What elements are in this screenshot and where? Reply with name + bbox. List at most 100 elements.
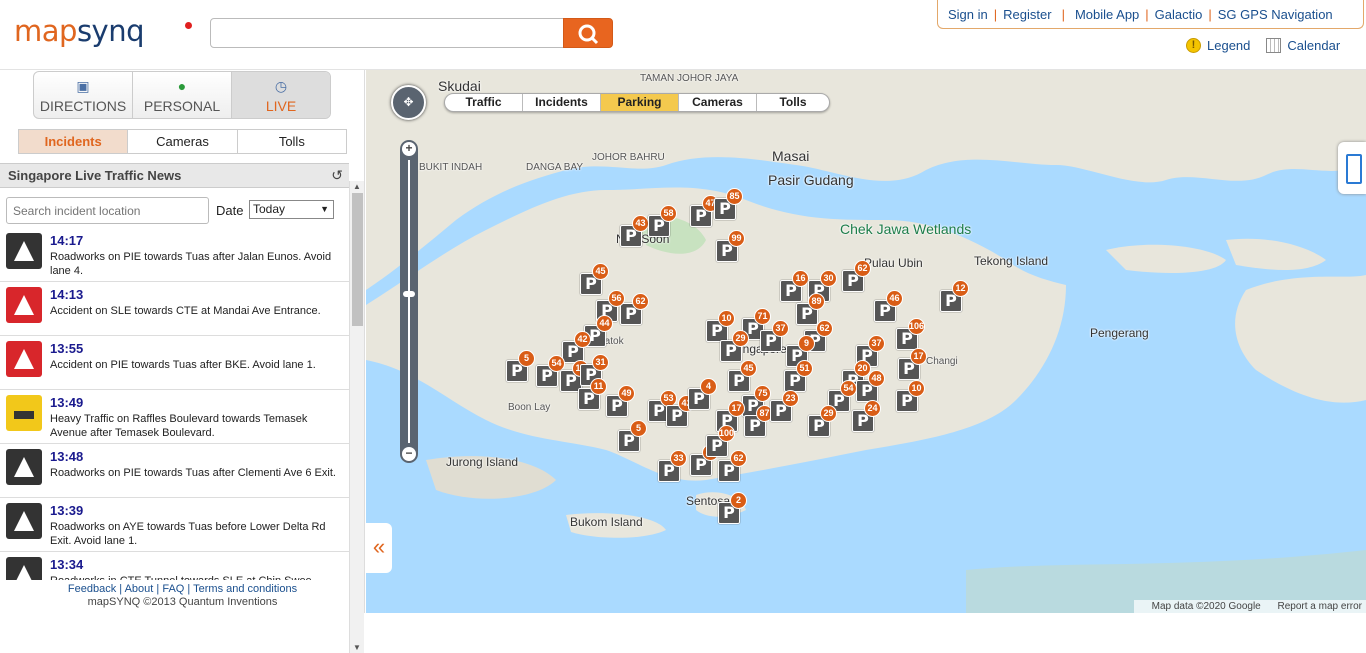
incident-time: 13:34 [50, 557, 84, 572]
parking-count-badge: 43 [632, 215, 649, 232]
layer-parking[interactable]: Parking [601, 94, 679, 111]
about-link[interactable]: About [125, 583, 154, 595]
parking-count-badge: 16 [792, 270, 809, 287]
roadworks-icon [6, 449, 42, 485]
scroll-down-icon[interactable]: ▼ [353, 643, 361, 652]
incident-time: 14:13 [50, 287, 84, 302]
zoom-out-icon[interactable]: − [402, 447, 416, 461]
incident-item[interactable]: 14:17 Roadworks on PIE towards Tuas after… [0, 228, 349, 282]
parking-count-badge: 85 [726, 188, 743, 205]
incident-item[interactable]: 13:39 Roadworks on AYE towards Tuas befor… [0, 498, 349, 552]
tab-personal[interactable]: ● PERSONAL [133, 72, 232, 118]
parking-count-badge: 17 [728, 400, 745, 417]
sign-in-link[interactable]: Sign in [948, 7, 988, 22]
pan-arrows-icon: ✥ [403, 95, 414, 109]
zoom-track[interactable] [408, 160, 410, 443]
map-layer-tabs: Traffic Incidents Parking Cameras Tolls [444, 93, 830, 112]
parking-count-badge: 62 [854, 260, 871, 277]
place-pulau-ubin: Pulau Ubin [864, 256, 923, 270]
parking-count-badge: 51 [796, 360, 813, 377]
footer: Feedback | About | FAQ | Terms and condi… [0, 583, 365, 613]
parking-count-badge: 5 [518, 350, 535, 367]
legend-link[interactable]: Legend [1207, 38, 1250, 53]
place-boon-lay: Boon Lay [508, 402, 551, 413]
galactio-link[interactable]: Galactio [1155, 7, 1203, 22]
mobile-phone-icon[interactable] [1338, 142, 1366, 194]
layer-incidents[interactable]: Incidents [523, 94, 601, 111]
place-jurong-island: Jurong Island [446, 455, 519, 469]
parking-count-badge: 45 [740, 360, 757, 377]
place-pengerang: Pengerang [1090, 326, 1149, 340]
parking-count-badge: 99 [728, 230, 745, 247]
place-masai: Masai [772, 148, 810, 164]
person-icon: ● [177, 78, 187, 94]
incident-time: 13:39 [50, 503, 84, 518]
layer-tolls[interactable]: Tolls [757, 94, 829, 111]
date-select[interactable]: Today ▼ [249, 200, 334, 219]
search-input[interactable] [210, 18, 564, 48]
news-header: Singapore Live Traffic News ↺ [0, 163, 349, 188]
incident-search-input[interactable] [6, 197, 209, 224]
incident-item[interactable]: 13:49 Heavy Traffic on Raffles Boulevard … [0, 390, 349, 444]
place-taman-johor-jaya: TAMAN JOHOR JAYA [640, 73, 739, 84]
incident-item[interactable]: 13:48 Roadworks on PIE towards Tuas after… [0, 444, 349, 498]
faq-link[interactable]: FAQ [162, 583, 184, 595]
mapsynq-logo[interactable]: mapsynq [14, 14, 192, 48]
incident-time: 14:17 [50, 233, 84, 248]
refresh-icon[interactable]: ↺ [331, 164, 343, 187]
calendar-link[interactable]: Calendar [1287, 38, 1340, 53]
subtab-incidents[interactable]: Incidents [19, 130, 129, 153]
parking-count-badge: 106 [908, 318, 925, 335]
feedback-link[interactable]: Feedback [68, 583, 116, 595]
parking-count-badge: 62 [816, 320, 833, 337]
incident-description: Accident on SLE towards CTE at Mandai Av… [50, 305, 321, 317]
roadworks-icon [6, 233, 42, 269]
mobile-app-link[interactable]: Mobile App [1075, 7, 1139, 22]
incident-list: 14:17 Roadworks on PIE towards Tuas after… [0, 228, 349, 580]
place-skudai: Skudai [438, 78, 481, 94]
parking-count-badge: 9 [798, 335, 815, 352]
incident-description: Roadworks on PIE towards Tuas after Clem… [50, 467, 336, 479]
place-tekong-island: Tekong Island [974, 254, 1049, 268]
register-link[interactable]: Register [1003, 7, 1051, 22]
parking-count-badge: 29 [732, 330, 749, 347]
layer-traffic[interactable]: Traffic [445, 94, 523, 111]
zoom-in-icon[interactable]: + [402, 142, 416, 156]
incident-description: Heavy Traffic on Raffles Boulevard towar… [50, 413, 308, 439]
subtab-tolls[interactable]: Tolls [238, 130, 346, 153]
incident-time: 13:48 [50, 449, 84, 464]
collapse-panel-button[interactable]: « [366, 523, 392, 573]
tab-live[interactable]: ◷ LIVE [232, 72, 330, 118]
subtab-cameras[interactable]: Cameras [128, 130, 238, 153]
parking-count-badge: 31 [592, 354, 609, 371]
parking-count-badge: 89 [808, 293, 825, 310]
date-label: Date [216, 203, 244, 218]
layer-cameras[interactable]: Cameras [679, 94, 757, 111]
incident-item[interactable]: 13:34 Roadworks in CTE Tunnel towards SLE… [0, 552, 349, 580]
pan-control[interactable]: ✥ [391, 85, 426, 120]
scroll-up-icon[interactable]: ▲ [353, 182, 361, 191]
terms-link[interactable]: Terms and conditions [193, 583, 297, 595]
zoom-control[interactable]: + − [400, 140, 418, 463]
parking-count-badge: 44 [596, 315, 613, 332]
zoom-slider-knob[interactable] [403, 291, 415, 297]
incident-item[interactable]: 13:55 Accident on PIE towards Tuas after … [0, 336, 349, 390]
accident-icon [6, 287, 42, 323]
parking-count-badge: 37 [868, 335, 885, 352]
parking-count-badge: 5 [630, 420, 647, 437]
roadworks-icon [6, 557, 42, 580]
place-johor-bahru: JOHOR BAHRU [592, 152, 665, 163]
sg-gps-navigation-link[interactable]: SG GPS Navigation [1218, 7, 1333, 22]
parking-count-badge: 17 [910, 348, 927, 365]
map-attribution: Map data ©2020 Google Report a map error [1133, 600, 1366, 613]
parking-count-badge: 30 [820, 270, 837, 287]
report-map-error-link[interactable]: Report a map error [1278, 601, 1362, 612]
tab-directions[interactable]: ▣ DIRECTIONS [34, 72, 133, 118]
map[interactable]: Skudai TAMAN JOHOR JAYA Masai Pasir Guda… [366, 70, 1366, 613]
scroll-thumb[interactable] [352, 193, 363, 326]
parking-count-badge: 62 [632, 293, 649, 310]
incident-item[interactable]: 14:13 Accident on SLE towards CTE at Mand… [0, 282, 349, 336]
search-button[interactable] [563, 18, 613, 48]
parking-count-badge: 11 [590, 378, 607, 395]
parking-count-badge: 56 [608, 290, 625, 307]
